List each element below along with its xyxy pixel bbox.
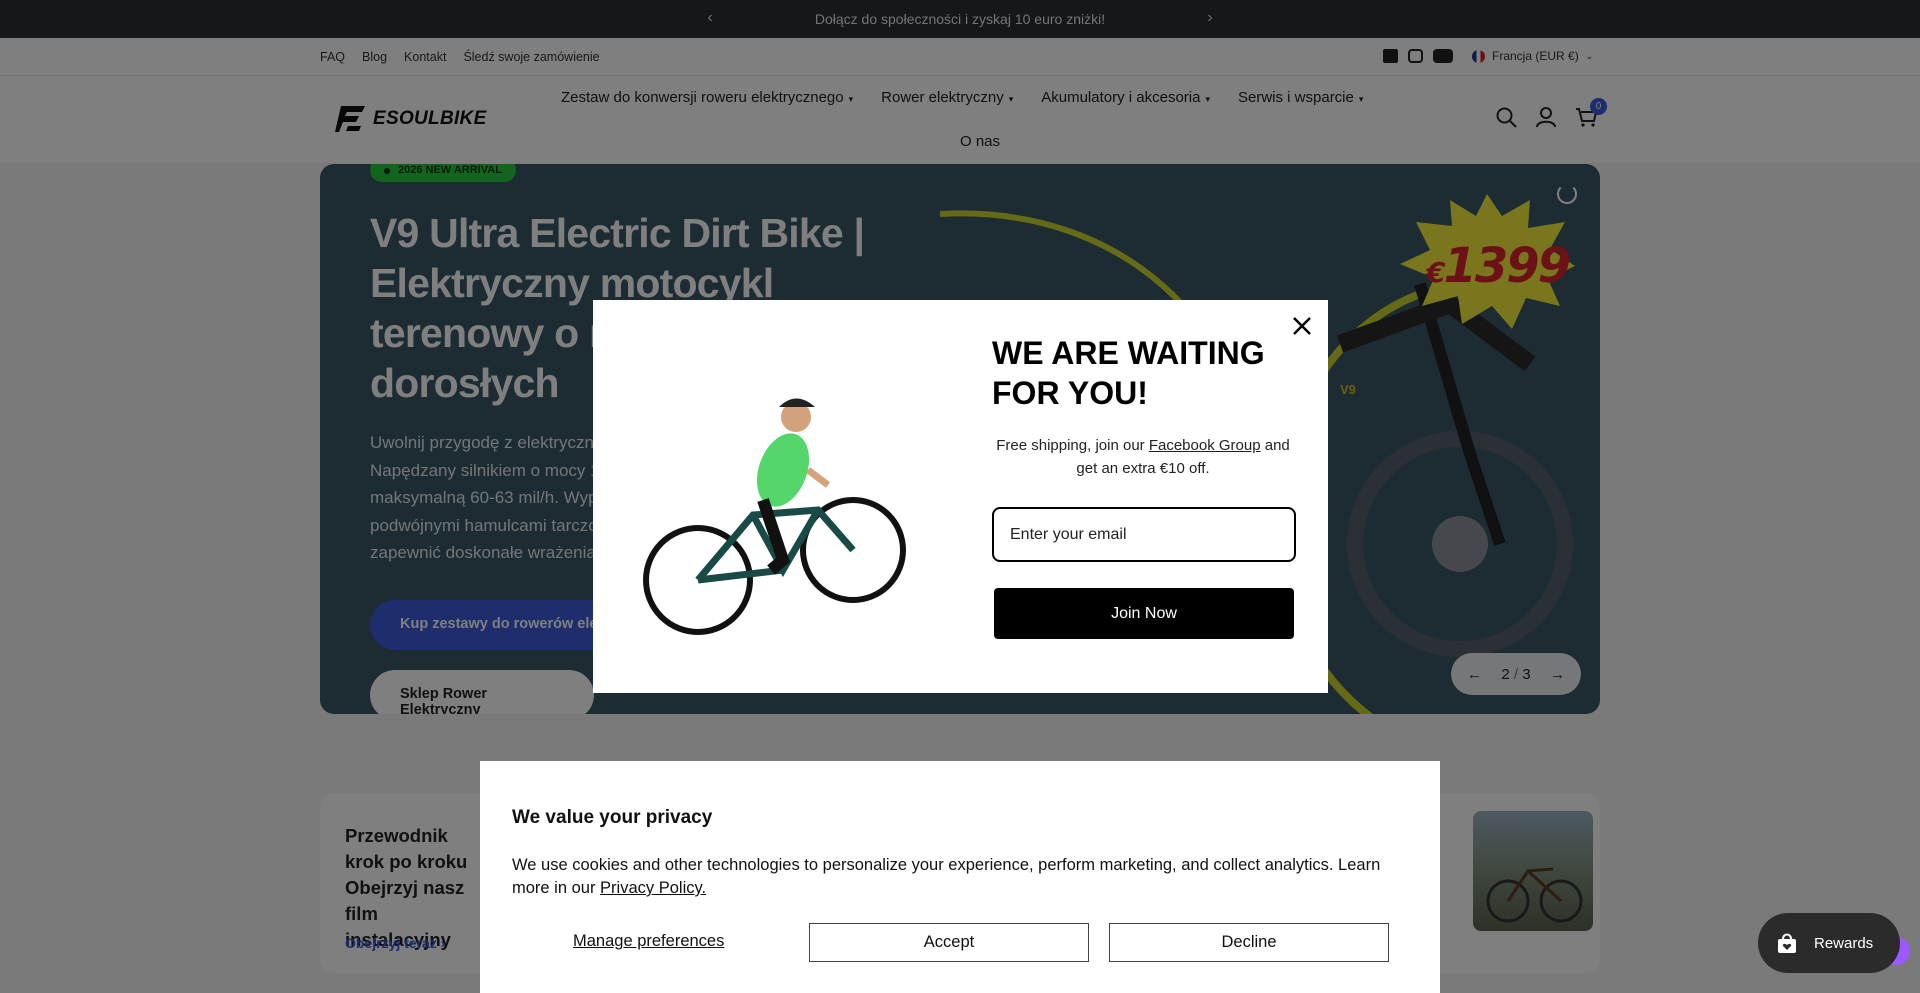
cyclist-image: [643, 398, 906, 635]
cookie-title: We value your privacy: [512, 807, 713, 828]
gift-bag-icon: [1778, 933, 1796, 953]
popup-heading: WE ARE WAITING FOR YOU!: [992, 335, 1265, 411]
join-now-button[interactable]: Join Now: [994, 588, 1294, 639]
close-icon[interactable]: [1288, 312, 1316, 340]
popup-text-before: Free shipping, join our: [996, 437, 1145, 454]
popup-subtext: Free shipping, join our Facebook Group a…: [988, 434, 1298, 480]
rewards-button[interactable]: Rewards: [1758, 913, 1900, 973]
decline-button[interactable]: Decline: [1109, 923, 1389, 962]
privacy-policy-link[interactable]: Privacy Policy.: [600, 879, 706, 897]
cookie-banner: We value your privacy We use cookies and…: [480, 761, 1440, 993]
facebook-group-link[interactable]: Facebook Group: [1149, 437, 1261, 454]
newsletter-popup: WE ARE WAITING FOR YOU! Free shipping, j…: [593, 300, 1328, 693]
accept-button[interactable]: Accept: [809, 923, 1089, 962]
cookie-text: We use cookies and other technologies to…: [512, 854, 1422, 900]
email-input[interactable]: [992, 507, 1296, 562]
manage-preferences-link[interactable]: Manage preferences: [573, 932, 724, 951]
rewards-label: Rewards: [1814, 934, 1874, 952]
